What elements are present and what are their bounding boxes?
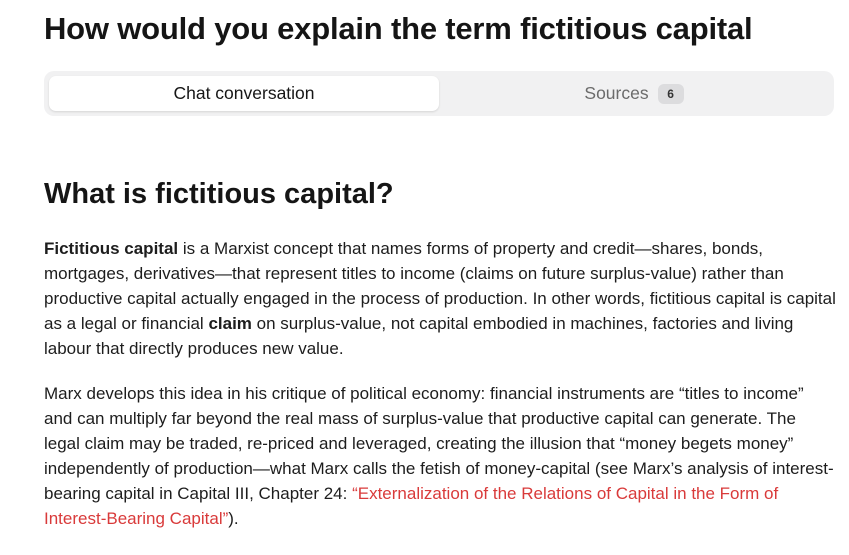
sources-count-badge: 6 <box>657 83 684 104</box>
term-bold: Fictitious capital <box>44 239 179 258</box>
tab-bar: Chat conversation Sources 6 <box>44 71 834 116</box>
paragraph-marx: Marx develops this idea in his critique … <box>44 381 836 531</box>
page-title: How would you explain the term fictitiou… <box>44 11 753 46</box>
tab-sources-label: Sources <box>584 83 649 103</box>
tab-sources[interactable]: Sources 6 <box>439 76 829 111</box>
paragraph-definition: Fictitious capital is a Marxist concept … <box>44 236 836 361</box>
tab-chat-conversation[interactable]: Chat conversation <box>49 76 439 111</box>
section-heading: What is fictitious capital? <box>44 178 394 210</box>
tab-chat-label: Chat conversation <box>173 83 315 103</box>
claim-bold: claim <box>208 314 252 333</box>
paragraph-text: ). <box>228 509 239 528</box>
